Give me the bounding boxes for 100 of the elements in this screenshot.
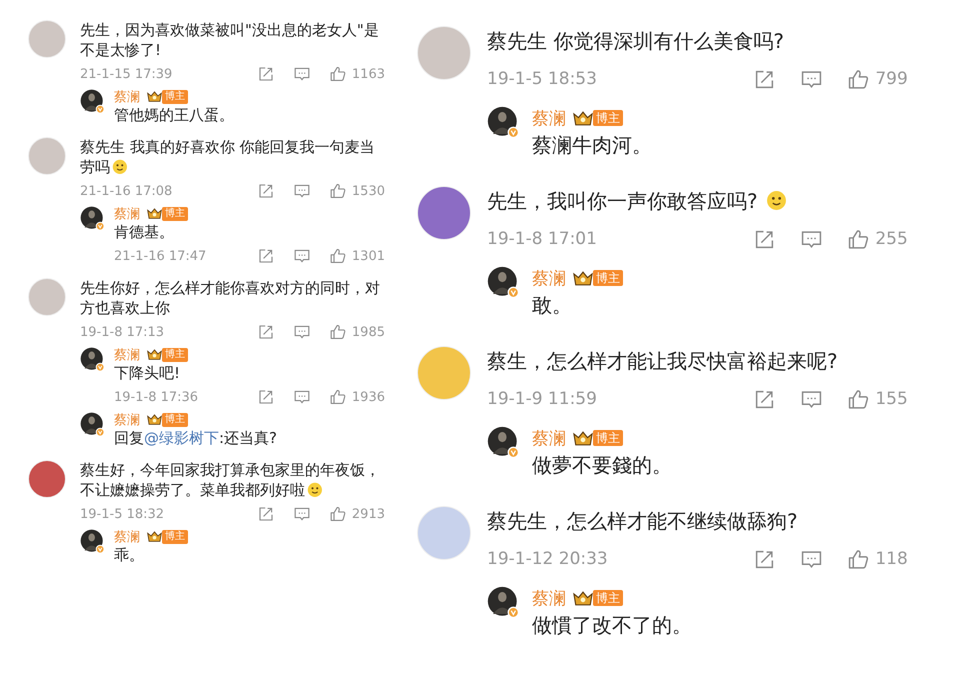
share-icon[interactable] (754, 228, 775, 250)
timestamp: 21-1-15 17:39 (80, 66, 174, 82)
like-count: 799 (875, 69, 909, 89)
user-name[interactable]: 蔡澜 (532, 426, 566, 450)
like-count: 1163 (352, 66, 385, 82)
comment-icon[interactable] (294, 66, 310, 82)
avatar-with-verified-badge-icon (487, 426, 521, 460)
mention-link[interactable]: @绿影树下 (144, 429, 219, 447)
like-count: 1985 (352, 324, 385, 340)
crown-icon (147, 208, 162, 220)
share-icon[interactable] (258, 183, 274, 199)
reply-text: 肯德基。 (114, 222, 175, 242)
reply-text: 做夢不要錢的。 (532, 452, 673, 479)
reply-text: 管他媽的王八蛋。 (114, 105, 235, 125)
timestamp: 19-1-9 11:59 (487, 389, 598, 409)
comment-text: 先生，因为喜欢做菜被叫"没出息的老女人"是不是太惨了! (80, 20, 380, 60)
share-icon[interactable] (754, 68, 775, 90)
timestamp: 19-1-5 18:53 (487, 69, 598, 89)
share-icon[interactable] (754, 548, 775, 570)
comment-icon[interactable] (294, 506, 310, 522)
user-name[interactable]: 蔡澜 (114, 206, 140, 222)
thumbs-up-icon[interactable] (330, 389, 346, 405)
avatar-with-verified-badge-icon (487, 106, 521, 140)
smiley-face-icon (307, 482, 323, 498)
reply-text: 做慣了改不了的。 (532, 612, 693, 639)
avatar-with-verified-badge-icon (80, 89, 106, 115)
user-name[interactable]: 蔡澜 (532, 106, 566, 130)
thumbs-up-icon[interactable] (848, 68, 870, 90)
thumbs-up-icon[interactable] (848, 388, 870, 410)
comment-text: 先生你好，怎么样才能你喜欢对方的同时，对方也喜欢上你 (80, 278, 381, 318)
timestamp: 19-1-5 18:32 (80, 506, 166, 522)
timestamp: 19-1-12 20:33 (487, 549, 609, 569)
comment-text: 蔡先生 你觉得深圳有什么美食吗? (487, 28, 785, 55)
blogger-badge: 博主 (162, 348, 188, 362)
user-name[interactable]: 蔡澜 (532, 266, 566, 290)
thumbs-up-icon[interactable] (848, 228, 870, 250)
reply-text: 乖。 (114, 545, 145, 565)
comment-icon[interactable] (294, 248, 310, 264)
avatar-with-verified-badge-icon (487, 266, 521, 300)
avatar-photo-placeholder (28, 137, 66, 175)
like-count: 1301 (352, 248, 385, 264)
blogger-badge: 博主 (162, 207, 188, 221)
share-icon[interactable] (258, 66, 274, 82)
crown-icon (573, 270, 593, 286)
comment-text: 蔡先生 我真的好喜欢你 你能回复我一句麦当劳吗 (80, 137, 376, 177)
comment-icon[interactable] (294, 183, 310, 199)
comment-icon[interactable] (294, 389, 310, 405)
comment-text: 蔡生，怎么样才能让我尽快富裕起来呢? (487, 348, 839, 375)
crown-icon (573, 590, 593, 606)
like-count: 255 (875, 229, 909, 249)
share-icon[interactable] (258, 506, 274, 522)
user-name[interactable]: 蔡澜 (532, 586, 566, 610)
share-icon[interactable] (258, 248, 274, 264)
avatar-with-verified-badge-icon (80, 529, 106, 555)
user-name[interactable]: 蔡澜 (114, 346, 140, 364)
crown-icon (147, 349, 162, 361)
thumbs-up-icon[interactable] (330, 66, 346, 82)
reply-text: 下降头吧! (114, 363, 182, 383)
thumbs-up-icon[interactable] (330, 248, 346, 264)
share-icon[interactable] (258, 324, 274, 340)
comment-icon[interactable] (294, 324, 310, 340)
reply-text: 蔡澜牛肉河。 (532, 132, 653, 159)
comment-icon[interactable] (801, 68, 822, 90)
avatar-with-verified-badge-icon (80, 347, 106, 373)
timestamp: 19-1-8 17:36 (114, 390, 200, 404)
timestamp: 19-1-8 17:01 (487, 229, 598, 249)
blogger-badge: 博主 (162, 90, 188, 104)
crown-icon (147, 531, 162, 543)
share-icon[interactable] (754, 388, 775, 410)
comment-icon[interactable] (801, 548, 822, 570)
timestamp: 21-1-16 17:08 (80, 184, 174, 198)
thumbs-up-icon[interactable] (848, 548, 870, 570)
thumbs-up-icon[interactable] (330, 183, 346, 199)
crown-icon (147, 91, 162, 103)
like-count: 1936 (352, 390, 385, 404)
comment-icon[interactable] (801, 228, 822, 250)
thumbs-up-icon[interactable] (330, 324, 346, 340)
blogger-badge: 博主 (162, 413, 188, 427)
smiley-face-icon (766, 190, 787, 211)
blogger-badge: 博主 (593, 270, 623, 286)
blogger-badge: 博主 (593, 110, 623, 126)
timestamp: 21-1-16 17:47 (114, 248, 208, 264)
blogger-badge: 博主 (593, 590, 623, 606)
share-icon[interactable] (258, 389, 274, 405)
user-name[interactable]: 蔡澜 (114, 412, 140, 428)
crown-icon (147, 414, 162, 426)
crown-icon (573, 430, 593, 446)
avatar-photo-placeholder (28, 278, 66, 316)
user-name[interactable]: 蔡澜 (114, 528, 140, 546)
reply-text: 回复@绿影树下:还当真? (114, 428, 278, 448)
smiley-face-icon (112, 159, 128, 175)
like-count: 155 (875, 389, 909, 409)
reply-text: 敢。 (532, 292, 573, 319)
blogger-badge: 博主 (162, 530, 188, 544)
comment-icon[interactable] (801, 388, 822, 410)
comment-text: 蔡生好，今年回家我打算承包家里的年夜饭，不让嬷嬷操劳了。菜单我都列好啦 (80, 460, 381, 500)
like-count: 118 (875, 549, 909, 569)
avatar-photo-placeholder (28, 460, 66, 498)
user-name[interactable]: 蔡澜 (114, 88, 140, 106)
thumbs-up-icon[interactable] (330, 506, 346, 522)
